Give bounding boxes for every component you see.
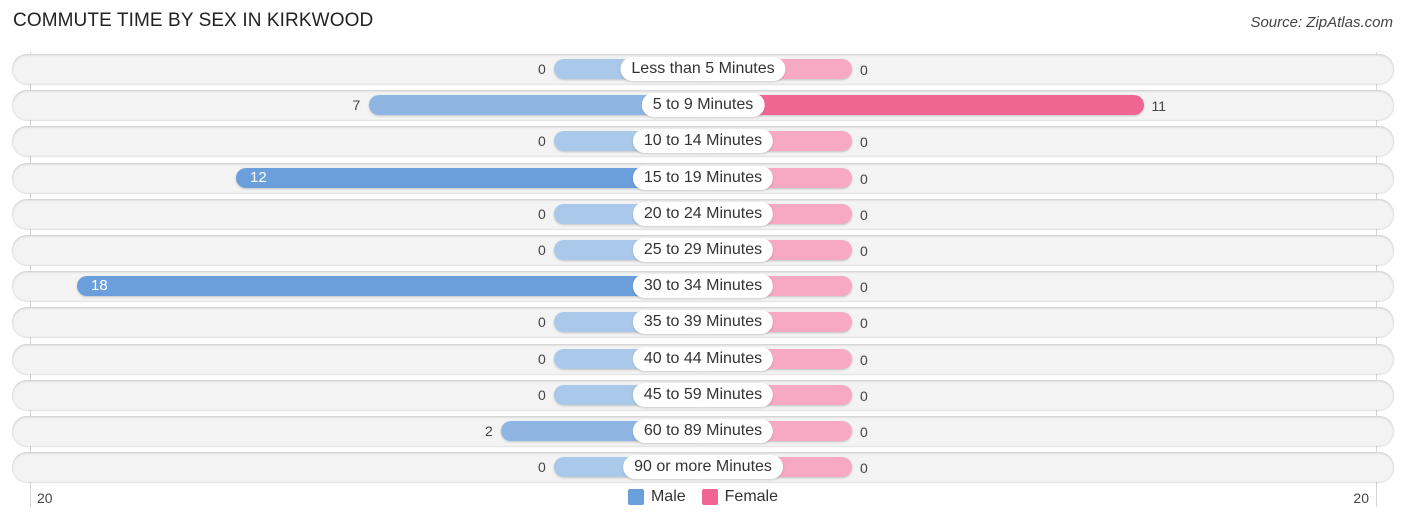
category-label: 15 to 19 Minutes (632, 166, 774, 190)
category-label: 25 to 29 Minutes (632, 238, 774, 262)
value-label-female: 11 (1151, 98, 1167, 114)
value-label-female: 0 (860, 460, 868, 476)
source-attribution: Source: ZipAtlas.com (1250, 14, 1393, 31)
bar-male[interactable] (77, 276, 703, 296)
value-label-male: 0 (538, 61, 546, 77)
value-label-male: 12 (250, 169, 267, 186)
category-label: 35 to 39 Minutes (632, 310, 774, 334)
value-label-male: 0 (538, 459, 546, 475)
value-label-female: 0 (860, 424, 868, 440)
bar-female[interactable] (703, 95, 1144, 115)
value-label-male: 7 (352, 97, 361, 113)
legend-item-male[interactable]: Male (627, 488, 686, 506)
category-label: 40 to 44 Minutes (632, 347, 774, 371)
legend-swatch-male (627, 489, 644, 505)
value-label-female: 0 (860, 134, 868, 150)
value-label-female: 0 (860, 352, 868, 368)
category-label: 5 to 9 Minutes (641, 93, 765, 117)
category-label: 60 to 89 Minutes (632, 419, 774, 443)
legend: Male Female (0, 488, 1406, 506)
value-label-female: 0 (860, 243, 868, 259)
legend-swatch-female (701, 489, 718, 505)
value-label-female: 0 (860, 388, 868, 404)
chart-title: COMMUTE TIME BY SEX IN KIRKWOOD (13, 10, 374, 31)
value-label-male: 0 (538, 351, 546, 367)
value-label-male: 0 (538, 133, 546, 149)
category-label: 10 to 14 Minutes (632, 129, 774, 153)
value-label-female: 0 (860, 279, 868, 295)
value-label-female: 0 (860, 315, 868, 331)
legend-label-female: Female (724, 488, 779, 505)
category-label: 20 to 24 Minutes (632, 202, 774, 226)
value-label-male: 2 (485, 423, 493, 439)
category-label: 90 or more Minutes (623, 455, 783, 479)
category-label: 45 to 59 Minutes (632, 383, 774, 407)
value-label-female: 0 (860, 207, 868, 223)
value-label-male: 18 (91, 277, 108, 294)
category-label: 30 to 34 Minutes (632, 274, 774, 298)
value-label-male: 0 (538, 387, 546, 403)
value-label-female: 0 (860, 62, 868, 78)
value-label-male: 0 (538, 314, 546, 330)
legend-item-female[interactable]: Female (701, 488, 779, 506)
legend-label-male: Male (650, 488, 686, 505)
category-label: Less than 5 Minutes (620, 57, 786, 81)
value-label-male: 0 (538, 206, 546, 222)
value-label-female: 0 (860, 171, 868, 187)
value-label-male: 0 (538, 242, 546, 258)
